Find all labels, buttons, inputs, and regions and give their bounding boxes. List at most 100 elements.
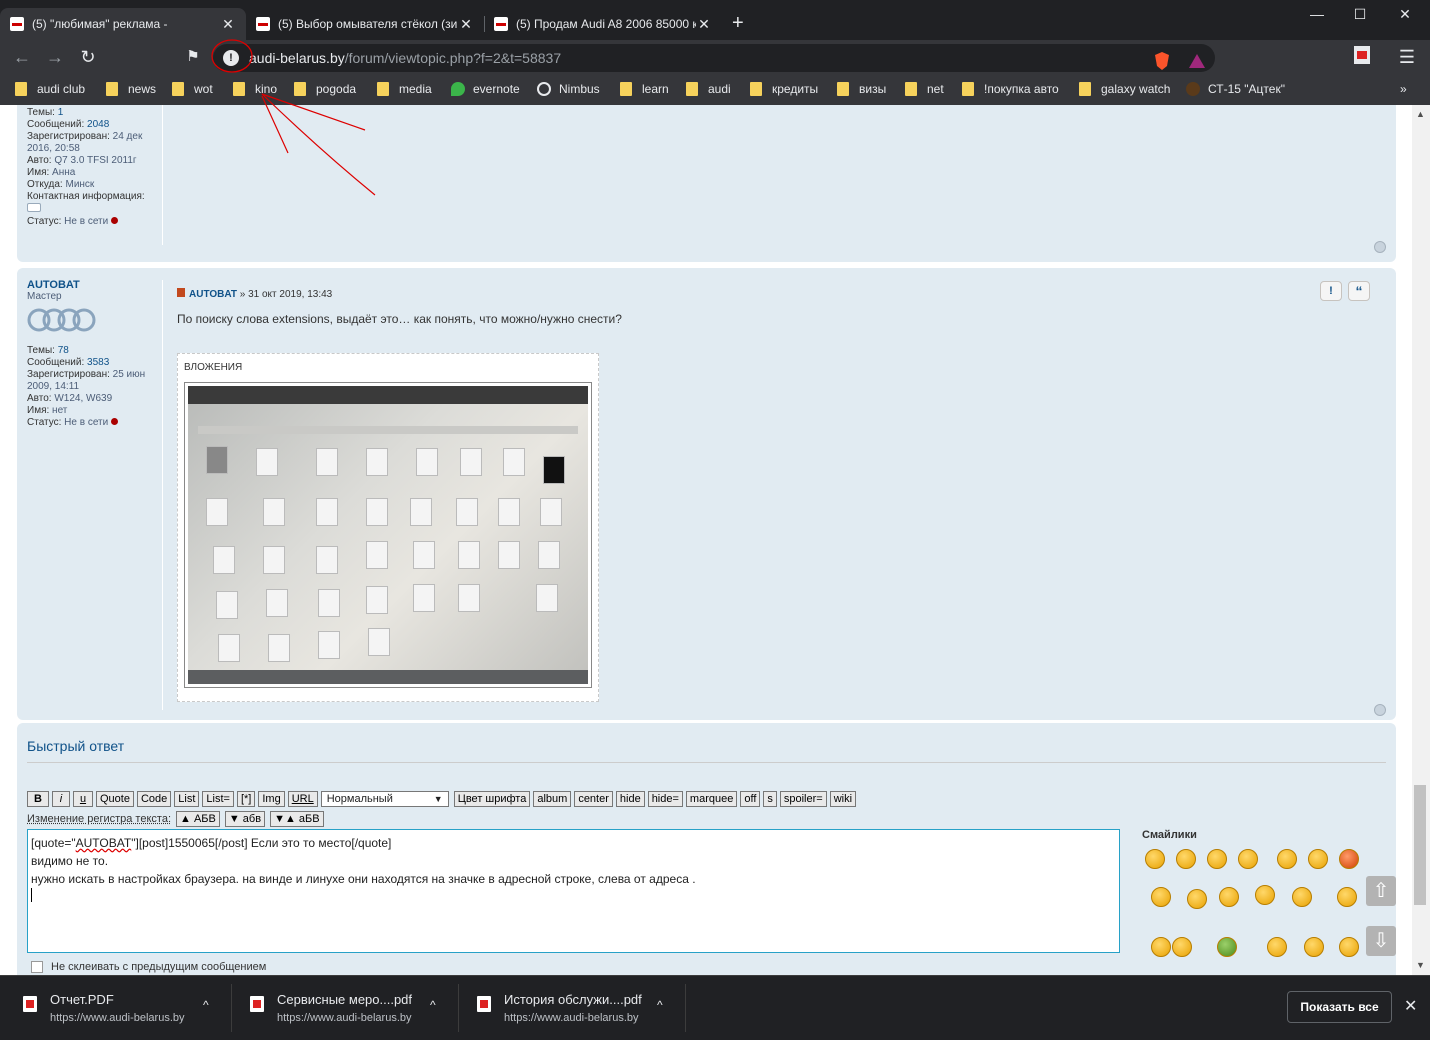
smiley-icon[interactable] <box>1219 887 1239 907</box>
close-tab-icon[interactable]: ✕ <box>220 16 236 33</box>
smiley-icon[interactable] <box>1292 887 1312 907</box>
smiley-icon[interactable] <box>1217 937 1237 957</box>
no-merge-checkbox[interactable] <box>31 961 43 973</box>
bookmark-credits[interactable]: кредиты <box>750 82 818 96</box>
album-button[interactable]: album <box>533 791 572 807</box>
tab-2[interactable]: (5) Выбор омывателя стёкол (зим ✕ <box>246 8 484 40</box>
quote-button[interactable]: “ <box>1348 281 1370 301</box>
smiley-icon[interactable] <box>1176 849 1196 869</box>
smiley-icon[interactable] <box>1308 849 1328 869</box>
reply-textarea[interactable]: [quote="AUTOBAT"][post]1550065[/post] Ес… <box>27 829 1120 953</box>
wiki-button[interactable]: wiki <box>829 791 857 807</box>
tab-1[interactable]: (5) "любимая" реклама - ✕ <box>0 8 246 40</box>
bookmark-wot[interactable]: wot <box>172 82 213 96</box>
list-button[interactable]: List <box>174 791 200 807</box>
menu-icon[interactable]: ☰ <box>1395 47 1419 68</box>
attachment-image[interactable] <box>184 382 592 688</box>
back-icon[interactable]: ← <box>10 47 34 68</box>
bookmark-galaxy-watch[interactable]: galaxy watch <box>1079 82 1170 96</box>
smiley-icon[interactable] <box>1277 849 1297 869</box>
uppercase-button[interactable]: ▲ АБВ <box>176 811 220 827</box>
post-icon[interactable] <box>177 288 185 297</box>
smiley-icon[interactable] <box>1337 887 1357 907</box>
close-tab-icon[interactable]: ✕ <box>458 16 474 33</box>
smiley-icon[interactable] <box>1339 937 1359 957</box>
back-to-top-icon[interactable] <box>1374 241 1386 253</box>
smiley-icon[interactable] <box>1267 937 1287 957</box>
scroll-up-icon[interactable]: ▲ <box>1416 109 1425 119</box>
pdf-extension-icon[interactable] <box>1350 46 1374 69</box>
messages-link[interactable]: 3583 <box>87 357 109 368</box>
img-button[interactable]: Img <box>258 791 285 807</box>
report-button[interactable]: ! <box>1320 281 1342 301</box>
smiley-icon[interactable] <box>1145 849 1165 869</box>
chevron-up-icon[interactable]: ^ <box>203 998 209 1012</box>
tab-3[interactable]: (5) Продам Audi A8 2006 85000 км ✕ <box>484 8 722 40</box>
smiley-icon[interactable] <box>1151 937 1171 957</box>
show-all-button[interactable]: Показать все <box>1287 991 1392 1023</box>
scrollbar-thumb[interactable] <box>1414 785 1426 905</box>
hide-eq-button[interactable]: hide= <box>647 791 683 807</box>
bookmark-kino[interactable]: kino <box>233 82 277 96</box>
list-item-button[interactable]: [*] <box>236 791 256 807</box>
bookmark-st15[interactable]: СТ-15 "Ацтек" <box>1186 82 1285 96</box>
back-to-top-icon[interactable] <box>1374 704 1386 716</box>
smiley-icon[interactable] <box>1238 849 1258 869</box>
site-info-icon[interactable]: ! <box>223 50 239 66</box>
bookmark-visas[interactable]: визы <box>837 82 886 96</box>
bookmark-net[interactable]: net <box>905 82 944 96</box>
bookmark-buy-auto[interactable]: !покупка авто <box>962 82 1059 96</box>
maximize-icon[interactable]: ☐ <box>1340 6 1380 23</box>
minimize-icon[interactable]: — <box>1297 6 1337 22</box>
bookmark-audi-club[interactable]: audi club <box>15 82 85 96</box>
no-merge-option[interactable]: Не склеивать с предыдущим сообщением <box>31 961 266 973</box>
bookmark-media[interactable]: media <box>377 82 432 96</box>
smiley-icon[interactable] <box>1304 937 1324 957</box>
bold-button[interactable]: B <box>27 791 49 807</box>
author-name-link[interactable]: AUTOBAT <box>27 279 147 291</box>
url-button[interactable]: URL <box>287 791 318 807</box>
list-ordered-button[interactable]: List= <box>202 791 234 807</box>
post-author-link[interactable]: AUTOBAT <box>189 289 237 300</box>
messages-link[interactable]: 2048 <box>87 119 109 130</box>
font-size-select[interactable]: Нормальный <box>320 791 449 807</box>
smiley-icon[interactable] <box>1207 849 1227 869</box>
quote-bbcode-button[interactable]: Quote <box>96 791 134 807</box>
italic-button[interactable]: i <box>52 791 70 807</box>
topics-link[interactable]: 78 <box>58 345 69 356</box>
strike-button[interactable]: s <box>763 791 777 807</box>
off-button[interactable]: off <box>740 791 761 807</box>
topics-link[interactable]: 1 <box>58 107 64 118</box>
scroll-up-arrow-icon[interactable]: ⇧ <box>1366 876 1396 906</box>
bookmark-news[interactable]: news <box>106 82 156 96</box>
invert-case-button[interactable]: ▼▲ аБВ <box>270 811 324 827</box>
close-window-icon[interactable]: ✕ <box>1385 6 1425 23</box>
smiley-icon[interactable] <box>1151 887 1171 907</box>
chevron-up-icon[interactable]: ^ <box>657 998 663 1012</box>
font-color-button[interactable]: Цвет шрифта <box>453 791 531 807</box>
reload-icon[interactable]: ↻ <box>76 47 100 68</box>
smiley-icon[interactable] <box>1255 885 1275 905</box>
scroll-down-icon[interactable]: ▼ <box>1416 960 1425 970</box>
spoiler-button[interactable]: spoiler= <box>779 791 827 807</box>
smiley-icon[interactable] <box>1187 889 1207 909</box>
lowercase-button[interactable]: ▼ абв <box>224 811 266 827</box>
bookmark-audi[interactable]: audi <box>686 82 731 96</box>
bookmark-evernote[interactable]: evernote <box>451 82 520 96</box>
hide-button[interactable]: hide <box>615 791 645 807</box>
contact-icon[interactable] <box>27 203 41 212</box>
bookmark-learn[interactable]: learn <box>620 82 669 96</box>
chevron-up-icon[interactable]: ^ <box>430 998 436 1012</box>
bookmark-icon[interactable]: ⚑ <box>181 47 205 65</box>
scroll-down-arrow-icon[interactable]: ⇩ <box>1366 926 1396 956</box>
address-bar[interactable]: ! audi-belarus.by/forum/viewtopic.php?f=… <box>213 44 1215 72</box>
new-tab-icon[interactable]: + <box>732 12 744 35</box>
more-bookmarks-icon[interactable]: » <box>1400 82 1407 96</box>
close-tab-icon[interactable]: ✕ <box>696 16 712 33</box>
close-downloads-icon[interactable]: ✕ <box>1404 996 1417 1016</box>
forward-icon[interactable]: → <box>43 47 67 68</box>
brave-rewards-icon[interactable] <box>1189 52 1205 70</box>
angry-smiley-icon[interactable] <box>1339 849 1359 869</box>
page-scrollbar[interactable]: ▲ ▼ <box>1412 105 1430 975</box>
smiley-icon[interactable] <box>1172 937 1192 957</box>
